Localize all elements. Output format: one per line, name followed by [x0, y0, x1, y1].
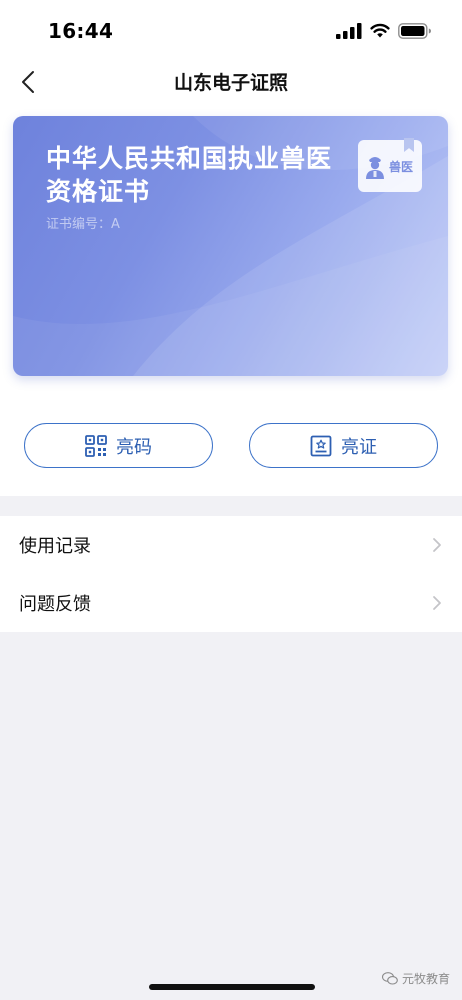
- home-indicator[interactable]: [149, 984, 315, 990]
- card-section: 中华人民共和国执业兽医资格证书 证书编号：A 兽医 亮码 亮证: [0, 106, 462, 496]
- status-bar: 16:44: [0, 0, 462, 58]
- certificate-title: 中华人民共和国执业兽医资格证书: [46, 144, 333, 206]
- qr-code-icon: [85, 434, 107, 457]
- bookmark-ribbon: [404, 138, 414, 152]
- badge-label: 兽医: [389, 159, 414, 174]
- watermark: 元牧教育: [381, 970, 450, 987]
- screen: 16:44 山东电子证照 中华人民共和国执业兽医资格证书 证书编号：A 兽医 亮…: [0, 0, 462, 1000]
- status-icons: [336, 21, 432, 41]
- list-item-label: 使用记录: [19, 536, 91, 557]
- show-certificate-button[interactable]: 亮证: [249, 423, 438, 468]
- wifi-icon: [370, 23, 390, 38]
- wechat-icon: [381, 972, 398, 985]
- show-qr-label: 亮码: [116, 436, 152, 458]
- chevron-right-icon: [433, 596, 441, 610]
- chevron-right-icon: [433, 538, 441, 552]
- list-item-label: 问题反馈: [19, 594, 91, 615]
- show-qr-button[interactable]: 亮码: [24, 423, 213, 468]
- list-item-feedback[interactable]: 问题反馈: [0, 574, 462, 632]
- page-title: 山东电子证照: [173, 72, 288, 94]
- status-time: 16:44: [48, 19, 114, 43]
- list-item-usage-records[interactable]: 使用记录: [0, 516, 462, 574]
- show-certificate-label: 亮证: [341, 436, 377, 458]
- certificate-icon: [310, 435, 332, 456]
- veterinarian-person-icon: [366, 157, 384, 179]
- signal-icon: [336, 23, 362, 39]
- nav-bar: 山东电子证照: [0, 58, 462, 106]
- certificate-number: 证书编号：A: [46, 217, 120, 232]
- vet-badge: 兽医: [358, 138, 422, 192]
- certificate-card[interactable]: 中华人民共和国执业兽医资格证书 证书编号：A 兽医: [13, 116, 448, 376]
- battery-icon: [398, 23, 431, 39]
- watermark-text: 元牧教育: [401, 972, 450, 986]
- menu-list: 使用记录 问题反馈: [0, 516, 462, 632]
